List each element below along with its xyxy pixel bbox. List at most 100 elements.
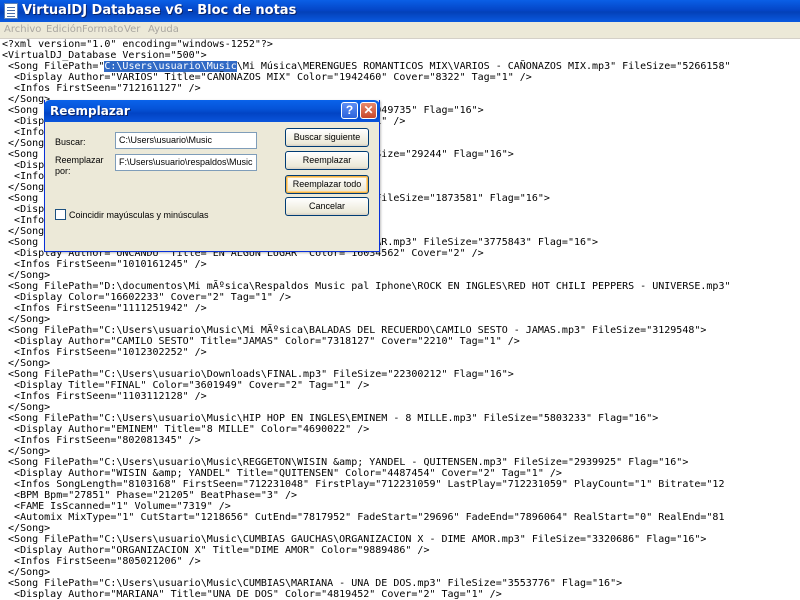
- line-text: \Mi Música\MERENGUES ROMANTICOS MIX\VARI…: [236, 61, 731, 72]
- line-text: <Disp: [14, 204, 45, 215]
- line-text: </Song>: [8, 314, 51, 325]
- text-line: <Infos FirstSeen="1010161245" />: [2, 259, 731, 270]
- menu-ver[interactable]: Ver: [124, 24, 140, 35]
- line-text: <Display Author="ORGANIZACION X" Title="…: [14, 545, 430, 556]
- close-icon[interactable]: ✕: [360, 102, 377, 119]
- line-text: <Display Author="EMINEM" Title="8 MILLE"…: [14, 424, 370, 435]
- line-text: </Song>: [8, 446, 51, 457]
- line-text: </Song>: [8, 402, 51, 413]
- replace-all-button[interactable]: Reemplazar todo: [285, 175, 369, 194]
- cancel-button[interactable]: Cancelar: [285, 197, 369, 216]
- text-line: </Song>: [2, 314, 731, 325]
- text-line: <Automix MixType="1" CutStart="1218656" …: [2, 512, 731, 523]
- text-line: <FAME IsScanned="1" Volume="7319" />: [2, 501, 731, 512]
- text-line: <Song FilePath="C:\Users\usuario\Downloa…: [2, 369, 731, 380]
- replace-label: Reemplazar por:: [55, 155, 104, 176]
- line-text: <?xml version="1.0" encoding="windows-12…: [2, 39, 273, 50]
- line-text: <Song FilePath="C:\Users\usuario\Music\C…: [8, 578, 623, 589]
- text-line: <Display Author="VARIOS" Title="CAÑONAZO…: [2, 72, 731, 83]
- window-titlebar[interactable]: VirtualDJ Database v6 - Bloc de notas: [0, 0, 800, 22]
- text-line: <BPM Bpm="27851" Phase="21205" BeatPhase…: [2, 490, 731, 501]
- match-case-label: Coincidir mayúsculas y minúsculas: [69, 210, 209, 220]
- line-text: </Song>: [8, 270, 51, 281]
- replace-input[interactable]: F:\Users\usuario\respaldos\Music: [115, 154, 257, 171]
- text-line: <Display Title="FINAL" Color="3601949" C…: [2, 380, 731, 391]
- line-text: </Song: [8, 226, 45, 237]
- replace-dialog: Reemplazar ? ✕ Buscar: C:\Users\usuario\…: [44, 100, 380, 252]
- find-input[interactable]: C:\Users\usuario\Music: [115, 132, 257, 149]
- line-text: <VirtualDJ_Database Version="500">: [2, 50, 207, 61]
- line-text: <Disp: [14, 160, 45, 171]
- dialog-titlebar[interactable]: Reemplazar ? ✕: [44, 100, 380, 122]
- menu-edicion[interactable]: Edición: [46, 24, 82, 35]
- line-text: <Song FilePath="C:\Users\usuario\Music\R…: [8, 457, 689, 468]
- window-title: VirtualDJ Database v6 - Bloc de notas: [22, 3, 297, 18]
- text-line: <Infos SongLength="8103168" FirstSeen="7…: [2, 479, 731, 490]
- line-text: <Song FilePath="C:\Users\usuario\Music\H…: [8, 413, 659, 424]
- text-line: <VirtualDJ_Database Version="500">: [2, 50, 731, 61]
- find-next-button[interactable]: Buscar siguiente: [285, 128, 369, 147]
- line-text: </Song: [8, 182, 45, 193]
- menu-archivo[interactable]: Archivo: [4, 24, 41, 35]
- selected-text: C:\Users\usuario\Music: [104, 61, 237, 72]
- text-line: <Infos FirstSeen="805021206" />: [2, 556, 731, 567]
- line-text: <Infos FirstSeen="1010161245" />: [14, 259, 207, 270]
- line-text: <Info: [14, 215, 45, 226]
- menu-formato[interactable]: Formato: [82, 24, 123, 35]
- text-line: <Infos FirstSeen="1012302252" />: [2, 347, 731, 358]
- text-line: <Song FilePath="D:\documentos\Mi mÃºsica…: [2, 281, 730, 292]
- line-text: <Display Author="WISIN &amp; YANDEL" Tit…: [14, 468, 562, 479]
- match-case-checkbox[interactable]: [55, 209, 66, 220]
- text-line: <Song FilePath="C:\Users\usuario\Music\C…: [2, 534, 731, 545]
- replace-button[interactable]: Reemplazar: [285, 151, 369, 170]
- text-line: <Display Author="EMINEM" Title="8 MILLE"…: [2, 424, 731, 435]
- text-line: <?xml version="1.0" encoding="windows-12…: [2, 39, 731, 50]
- help-icon[interactable]: ?: [341, 102, 358, 119]
- text-line: <Infos FirstSeen="1111251942" />: [2, 303, 731, 314]
- text-line: <Song FilePath="C:\Users\usuario\Music\C…: [2, 578, 731, 589]
- line-text: <Infos FirstSeen="712161127" />: [14, 83, 201, 94]
- line-text: <Infos SongLength="8103168" FirstSeen="7…: [14, 479, 725, 490]
- text-line: <Infos FirstSeen="1103112128" />: [2, 391, 731, 402]
- text-line-selected: <Song FilePath="C:\Users\usuario\Music\M…: [2, 61, 731, 72]
- line-text: <Info: [14, 171, 45, 182]
- line-text: <Infos FirstSeen="1103112128" />: [14, 391, 207, 402]
- line-text: <Song FilePath="C:\Users\usuario\Downloa…: [8, 369, 514, 380]
- text-line: <Song FilePath="C:\Users\usuario\Music\H…: [2, 413, 731, 424]
- text-line: <Display Author="ORGANIZACION X" Title="…: [2, 545, 731, 556]
- notepad-icon: [4, 3, 18, 19]
- line-text: <Infos FirstSeen="1012302252" />: [14, 347, 207, 358]
- line-text: <Display Color="16602233" Cover="2" Tag=…: [14, 292, 291, 303]
- line-text: <BPM Bpm="27851" Phase="21205" BeatPhase…: [14, 490, 298, 501]
- line-text: <Infos FirstSeen="802081345" />: [14, 435, 201, 446]
- line-text: </Song>: [8, 358, 51, 369]
- text-line: <Song FilePath="C:\Users\usuario\Music\M…: [2, 325, 731, 336]
- line-text: <Song FilePath=": [8, 61, 105, 72]
- text-line: <Infos FirstSeen="712161127" />: [2, 83, 731, 94]
- line-text: <Song FilePath="C:\Users\usuario\Music\C…: [8, 534, 707, 545]
- text-line: </Song>: [2, 358, 731, 369]
- menu-ayuda[interactable]: Ayuda: [148, 24, 179, 35]
- text-line: <Song FilePath="C:\Users\usuario\Music\R…: [2, 457, 731, 468]
- text-line: </Song>: [2, 523, 731, 534]
